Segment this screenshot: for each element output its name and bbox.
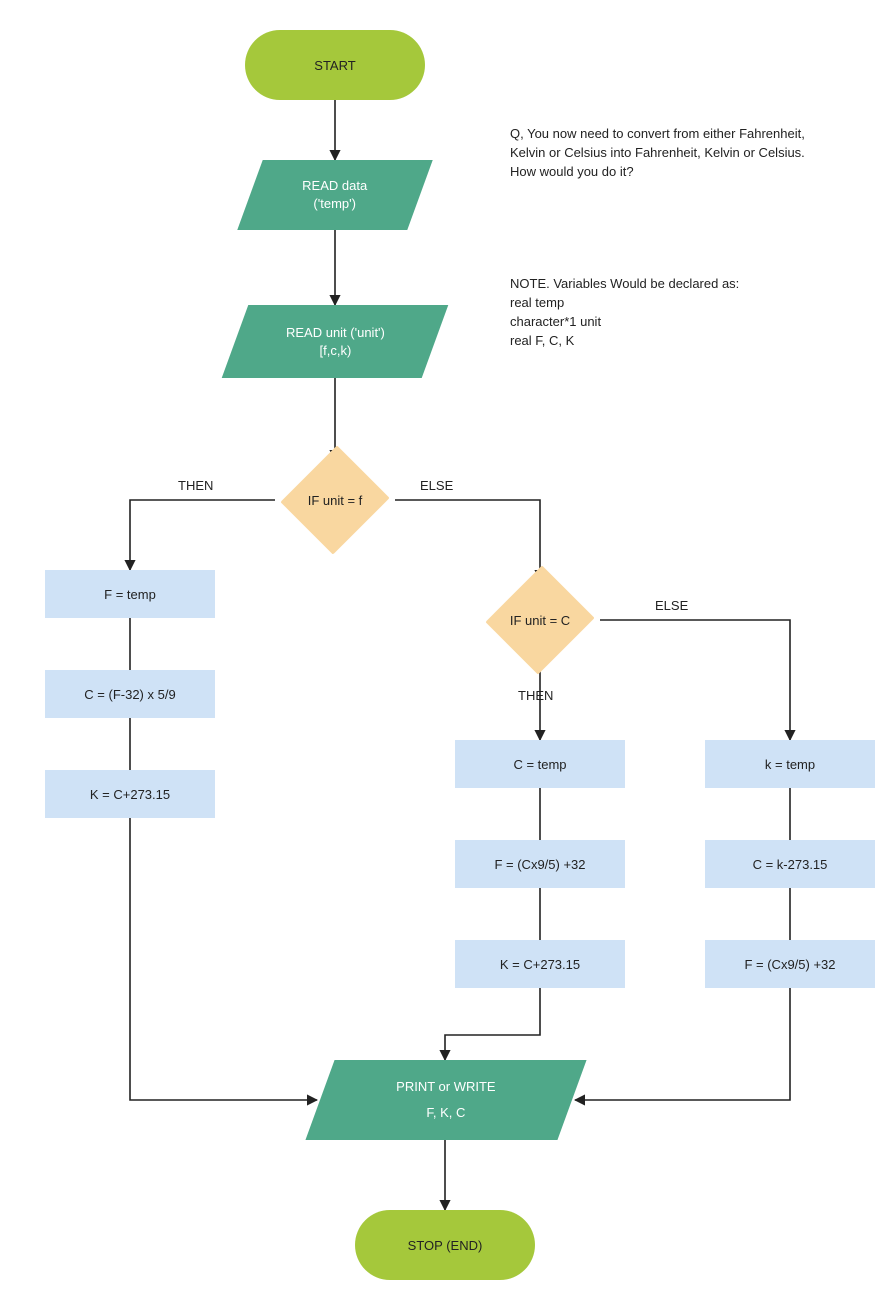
process-f-from-c-2: F = (Cx9/5) +32 <box>705 940 875 988</box>
io-read-unit-line2: [f,c,k) <box>286 342 385 360</box>
branch-label-then-2: THEN <box>518 688 553 703</box>
terminator-stop-label: STOP (END) <box>408 1238 483 1253</box>
process-f-assign: F = temp <box>45 570 215 618</box>
process-c-from-k-label: C = k-273.15 <box>753 857 828 872</box>
io-read-data-line2: ('temp') <box>302 195 367 213</box>
io-read-data-line1: READ data <box>302 177 367 195</box>
process-k-from-c-1-label: K = C+273.15 <box>90 787 170 802</box>
decision-if-unit-f: IF unit = f <box>275 460 395 540</box>
process-k-assign-label: k = temp <box>765 757 815 772</box>
branch-label-then-1: THEN <box>178 478 213 493</box>
process-f-from-c-1: F = (Cx9/5) +32 <box>455 840 625 888</box>
process-f-from-c-1-label: F = (Cx9/5) +32 <box>494 857 585 872</box>
io-read-unit-line1: READ unit ('unit') <box>286 324 385 342</box>
process-k-from-c-2-label: K = C+273.15 <box>500 957 580 972</box>
io-read-data: READ data ('temp') <box>237 160 432 230</box>
process-c-from-f-label: C = (F-32) x 5/9 <box>84 687 175 702</box>
process-f-from-c-2-label: F = (Cx9/5) +32 <box>744 957 835 972</box>
io-print: PRINT or WRITE F, K, C <box>305 1060 586 1140</box>
terminator-start-label: START <box>314 58 355 73</box>
terminator-start: START <box>245 30 425 100</box>
decision-if-unit-f-label: IF unit = f <box>302 493 369 508</box>
variables-note: NOTE. Variables Would be declared as: re… <box>510 275 810 350</box>
terminator-stop: STOP (END) <box>355 1210 535 1280</box>
decision-if-unit-c: IF unit = C <box>480 580 600 660</box>
process-c-assign-label: C = temp <box>513 757 566 772</box>
io-print-line2: F, K, C <box>396 1104 495 1122</box>
process-k-from-c-1: K = C+273.15 <box>45 770 215 818</box>
process-f-assign-label: F = temp <box>104 587 156 602</box>
decision-if-unit-c-label: IF unit = C <box>504 613 576 628</box>
process-c-assign: C = temp <box>455 740 625 788</box>
io-read-unit: READ unit ('unit') [f,c,k) <box>222 305 449 378</box>
question-note: Q, You now need to convert from either F… <box>510 125 850 182</box>
process-c-from-f: C = (F-32) x 5/9 <box>45 670 215 718</box>
flowchart-canvas: Q, You now need to convert from either F… <box>0 0 893 1313</box>
branch-label-else-1: ELSE <box>420 478 453 493</box>
branch-label-else-2: ELSE <box>655 598 688 613</box>
process-k-assign: k = temp <box>705 740 875 788</box>
io-print-line1: PRINT or WRITE <box>396 1078 495 1096</box>
process-k-from-c-2: K = C+273.15 <box>455 940 625 988</box>
process-c-from-k: C = k-273.15 <box>705 840 875 888</box>
